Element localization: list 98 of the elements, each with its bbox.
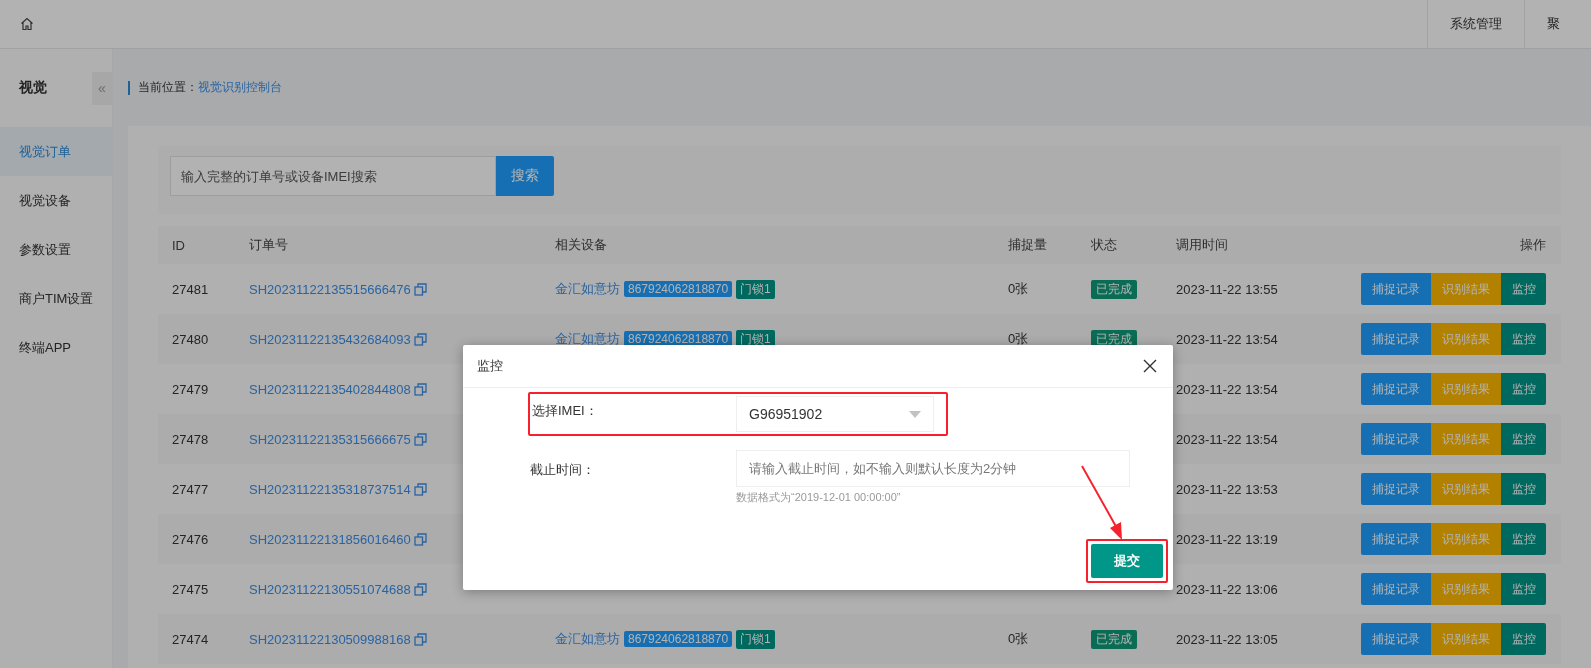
table-cell-text: 27478: [172, 431, 210, 447]
order-link[interactable]: SH20231122130551074688: [249, 581, 411, 597]
action-button[interactable]: 监控: [1501, 523, 1546, 555]
table-cell-text: 2023-11-22 13:53: [1176, 481, 1279, 497]
action-button[interactable]: 监控: [1501, 273, 1546, 305]
table-cell-text: 27476: [172, 531, 210, 547]
action-button[interactable]: 捕捉记录: [1361, 573, 1431, 605]
order-link[interactable]: SH20231122135432684093: [249, 331, 411, 347]
close-icon[interactable]: [1143, 359, 1157, 373]
table-cell-text: 2023-11-22 13:19: [1176, 531, 1279, 547]
caret-icon: [909, 410, 921, 418]
dialog-title: 监控: [477, 357, 503, 375]
action-button[interactable]: 识别结果: [1431, 623, 1501, 655]
sidebar-item[interactable]: 视觉订单: [0, 127, 112, 176]
table-cell-text: 27479: [172, 381, 210, 397]
sidebar-item[interactable]: 视觉设备: [0, 176, 112, 225]
action-button[interactable]: 监控: [1501, 573, 1546, 605]
action-button[interactable]: 捕捉记录: [1361, 273, 1431, 305]
status-tag: 已完成: [1091, 629, 1137, 649]
action-button[interactable]: 捕捉记录: [1361, 523, 1431, 555]
copy-icon[interactable]: [413, 432, 427, 446]
table-cell-text: 2023-11-22 13:54: [1176, 381, 1279, 397]
table-cell-text: 2023-11-22 13:54: [1176, 331, 1279, 347]
collapse-button[interactable]: «: [92, 71, 112, 105]
action-button[interactable]: 监控: [1501, 623, 1546, 655]
table-cell-text: 0张: [1008, 330, 1030, 348]
action-button[interactable]: 识别结果: [1431, 473, 1501, 505]
order-link[interactable]: SH20231122135318737514: [249, 481, 411, 497]
breadcrumb-link[interactable]: 视觉识别控制台: [198, 79, 282, 96]
submit-button[interactable]: 提交: [1091, 544, 1163, 578]
column-header: 状态: [1091, 236, 1118, 254]
column-header: 调用时间: [1176, 236, 1229, 254]
table-cell-text: 27475: [172, 581, 210, 597]
column-header: 操作: [1520, 236, 1546, 254]
nav-link[interactable]: 系统管理: [1427, 0, 1524, 48]
order-link[interactable]: SH20231122135402844808: [249, 381, 411, 397]
table-cell-text: 27474: [172, 631, 210, 647]
table-cell-text: 27480: [172, 331, 210, 347]
table-cell-text: 2023-11-22 13:55: [1176, 281, 1279, 297]
action-button[interactable]: 捕捉记录: [1361, 623, 1431, 655]
table-cell-text: 27481: [172, 281, 210, 297]
order-link[interactable]: SH20231122130509988168: [249, 631, 411, 647]
field-label: 截止时间：: [530, 461, 596, 479]
copy-icon[interactable]: [413, 382, 427, 396]
sidebar-item[interactable]: 商户TIM设置: [0, 274, 112, 323]
copy-icon[interactable]: [413, 632, 427, 646]
sidebar-item[interactable]: 参数设置: [0, 225, 112, 274]
breadcrumb-label: 当前位置：: [138, 79, 198, 96]
search-button[interactable]: 搜索: [496, 156, 554, 196]
table-cell-text: 0张: [1008, 630, 1030, 648]
device-link[interactable]: 金汇如意坊: [555, 280, 620, 298]
copy-icon[interactable]: [413, 532, 427, 546]
sidebar-title: 视觉: [19, 79, 47, 97]
copy-icon[interactable]: [413, 282, 427, 296]
copy-icon[interactable]: [413, 482, 427, 496]
table-cell-text: 2023-11-22 13:54: [1176, 431, 1279, 447]
table-cell-text: 2023-11-22 13:06: [1176, 581, 1279, 597]
action-button[interactable]: 捕捉记录: [1361, 473, 1431, 505]
device-link[interactable]: 金汇如意坊: [555, 630, 620, 648]
action-button[interactable]: 识别结果: [1431, 523, 1501, 555]
search-field[interactable]: 输入完整的订单号或设备IMEI搜索: [170, 156, 496, 196]
table-cell-text: 2023-11-22 13:05: [1176, 631, 1279, 647]
imei-tag: 867924062818870: [624, 281, 733, 297]
imei-tag: 867924062818870: [624, 631, 733, 647]
device-link[interactable]: 金汇如意坊: [555, 330, 620, 348]
lock-tag: 门锁1: [736, 279, 775, 299]
home-icon[interactable]: [20, 17, 34, 31]
table-cell-text: 0张: [1008, 280, 1030, 298]
order-link[interactable]: SH20231122135515666476: [249, 281, 411, 297]
nav-link[interactable]: 聚: [1524, 0, 1591, 48]
order-link[interactable]: SH20231122135315666675: [249, 431, 411, 447]
action-button[interactable]: 识别结果: [1431, 323, 1501, 355]
column-header: 捕捉量: [1008, 236, 1048, 254]
column-header: 相关设备: [555, 236, 608, 254]
order-link[interactable]: SH20231122131856016460: [249, 531, 411, 547]
input-field[interactable]: 请输入截止时间，如不输入则默认长度为2分钟: [736, 450, 1130, 487]
column-header: ID: [172, 237, 186, 253]
action-button[interactable]: 识别结果: [1431, 273, 1501, 305]
field-hint: 数据格式为“2019-12-01 00:00:00”: [736, 490, 902, 505]
action-button[interactable]: 监控: [1501, 323, 1546, 355]
action-button[interactable]: 识别结果: [1431, 373, 1501, 405]
field-label: 选择IMEI：: [531, 402, 599, 420]
column-header: 订单号: [249, 236, 289, 254]
action-button[interactable]: 监控: [1501, 423, 1546, 455]
action-button[interactable]: 识别结果: [1431, 573, 1501, 605]
table-cell-text: 27477: [172, 481, 210, 497]
action-button[interactable]: 捕捉记录: [1361, 323, 1431, 355]
imei-select[interactable]: G96951902: [736, 396, 934, 432]
action-button[interactable]: 捕捉记录: [1361, 423, 1431, 455]
action-button[interactable]: 捕捉记录: [1361, 373, 1431, 405]
sidebar-item[interactable]: 终端APP: [0, 323, 112, 372]
copy-icon[interactable]: [413, 582, 427, 596]
status-tag: 已完成: [1091, 279, 1137, 299]
action-button[interactable]: 监控: [1501, 373, 1546, 405]
action-button[interactable]: 监控: [1501, 473, 1546, 505]
copy-icon[interactable]: [413, 332, 427, 346]
action-button[interactable]: 识别结果: [1431, 423, 1501, 455]
lock-tag: 门锁1: [736, 629, 775, 649]
